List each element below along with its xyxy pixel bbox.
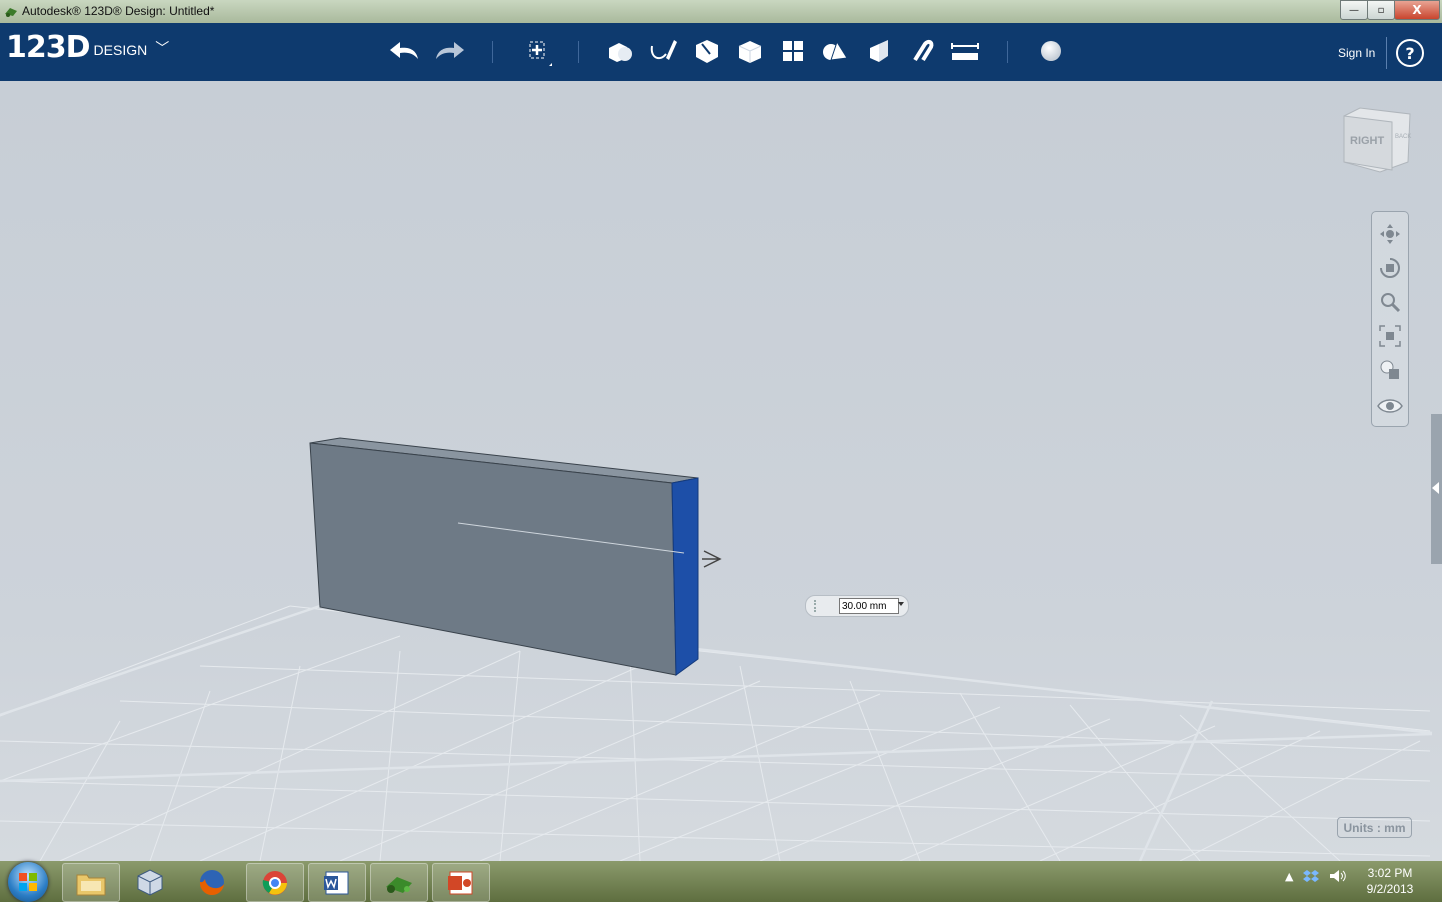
- app-icon: [5, 8, 17, 17]
- undo-icon: [390, 42, 418, 59]
- maximize-button[interactable]: ▫: [1367, 0, 1395, 20]
- folder-icon: [76, 874, 106, 895]
- undo-button[interactable]: [388, 35, 422, 67]
- chevron-left-icon: [1432, 482, 1439, 494]
- toolbar-separator: [1007, 41, 1008, 63]
- construct-icon: [696, 40, 718, 63]
- powerpoint-icon: [448, 871, 473, 894]
- box-model[interactable]: [309, 437, 699, 676]
- viewcube-side-label[interactable]: BACK: [1395, 134, 1411, 140]
- zoom-icon: [1381, 293, 1401, 313]
- pan-icon: [1380, 224, 1400, 244]
- close-button[interactable]: X: [1394, 0, 1440, 20]
- sketch-icon: [650, 40, 677, 60]
- combine-icon: [870, 40, 888, 62]
- orbit-icon: [1380, 258, 1400, 278]
- shaded-view-icon: [1380, 360, 1399, 379]
- transform-button[interactable]: [520, 35, 554, 67]
- magnet-icon: [913, 39, 934, 62]
- 123d-design-icon: [386, 876, 412, 893]
- taskbar-powerpoint[interactable]: [432, 863, 490, 902]
- toolbar-separator: [492, 41, 493, 63]
- help-button[interactable]: ?: [1396, 39, 1424, 67]
- viewcube-face-label[interactable]: RIGHT: [1350, 135, 1385, 147]
- windows-taskbar: ▲ 3:02 PM 9/2/2013: [0, 861, 1442, 902]
- units-indicator[interactable]: Units : mm: [1337, 817, 1412, 838]
- box-front-face[interactable]: [309, 442, 677, 676]
- word-icon: [324, 871, 349, 894]
- app-menu-button[interactable]: 123D DESIGN ﹀: [6, 31, 169, 65]
- firefox-icon: [199, 869, 224, 895]
- fit-button[interactable]: [1376, 322, 1404, 350]
- modify-icon: [738, 41, 762, 63]
- sign-in-link[interactable]: Sign In: [1338, 46, 1375, 60]
- primitives-icon: [609, 43, 632, 62]
- ground-grid: [0, 605, 1431, 861]
- push-pull-arrow-icon[interactable]: [702, 550, 722, 568]
- selected-face[interactable]: [671, 477, 699, 676]
- side-panel-toggle[interactable]: [1431, 414, 1442, 564]
- view-style-button[interactable]: [1376, 356, 1404, 384]
- pattern-button[interactable]: [776, 35, 810, 67]
- taskbar-firefox[interactable]: [184, 863, 240, 900]
- window-title-bar: Autodesk® 123D® Design: Untitled* — ▫ X: [0, 0, 1442, 24]
- transform-icon: [529, 41, 552, 66]
- redo-icon: [436, 42, 464, 59]
- logo-number: 123D: [6, 30, 91, 65]
- taskbar-explorer[interactable]: [62, 863, 120, 902]
- primitives-button[interactable]: [603, 35, 637, 67]
- clock-time: 3:02 PM: [1367, 866, 1413, 880]
- main-toolbar: 123D DESIGN ﹀ Sign In ?: [0, 23, 1442, 81]
- windows-logo-icon: [19, 873, 37, 891]
- chrome-icon: [262, 870, 287, 895]
- toolbar-separator: [578, 41, 579, 63]
- pattern-icon: [783, 41, 803, 61]
- combine-button[interactable]: [862, 35, 896, 67]
- toolbar-separator: [1386, 37, 1387, 69]
- chevron-down-icon: ﹀: [155, 41, 170, 57]
- volume-icon[interactable]: [1329, 869, 1347, 883]
- sketch-button[interactable]: [646, 35, 680, 67]
- orbit-button[interactable]: [1376, 254, 1404, 282]
- start-button[interactable]: [8, 862, 48, 902]
- taskbar-virtualbox[interactable]: [122, 863, 178, 900]
- logo-word: DESIGN: [93, 42, 148, 58]
- redo-button[interactable]: [432, 35, 466, 67]
- fit-icon: [1379, 325, 1401, 347]
- navigation-bar: [1371, 211, 1409, 427]
- taskbar-word[interactable]: [308, 863, 366, 902]
- group-icon: [823, 40, 848, 61]
- dropdown-arrow-icon[interactable]: [898, 602, 904, 606]
- clock-date: 9/2/2013: [1366, 882, 1414, 896]
- modify-button[interactable]: [733, 35, 767, 67]
- system-tray: ▲: [1285, 869, 1347, 883]
- dimension-value-input[interactable]: [839, 598, 899, 614]
- window-title: Autodesk® 123D® Design: Untitled*: [22, 4, 215, 18]
- grid-major-lines: [0, 604, 1433, 861]
- grid-and-model[interactable]: [0, 81, 1442, 861]
- dropbox-icon[interactable]: [1303, 869, 1320, 883]
- group-button[interactable]: [819, 35, 853, 67]
- ruler-icon: [951, 43, 979, 60]
- taskbar-clock[interactable]: 3:02 PM 9/2/2013: [1350, 865, 1430, 897]
- 3d-viewport[interactable]: RIGHT BACK Units : mm: [0, 81, 1442, 861]
- material-sphere-icon: [1041, 41, 1061, 61]
- construct-button[interactable]: [690, 35, 724, 67]
- zoom-button[interactable]: [1376, 288, 1404, 316]
- material-button[interactable]: [1034, 35, 1068, 67]
- eye-icon: [1377, 399, 1403, 413]
- snap-button[interactable]: [905, 35, 939, 67]
- taskbar-123d-design[interactable]: [370, 863, 428, 902]
- viewcube[interactable]: RIGHT BACK: [1340, 106, 1412, 176]
- minimize-button[interactable]: —: [1340, 0, 1368, 20]
- dimension-input-widget: [805, 595, 909, 617]
- measure-button[interactable]: [948, 35, 982, 67]
- visibility-button[interactable]: [1376, 392, 1404, 420]
- taskbar-chrome[interactable]: [246, 863, 304, 902]
- pan-button[interactable]: [1376, 220, 1404, 248]
- drag-handle[interactable]: [814, 600, 826, 612]
- show-hidden-icons-icon[interactable]: ▲: [1285, 870, 1293, 883]
- virtualbox-icon: [137, 868, 163, 896]
